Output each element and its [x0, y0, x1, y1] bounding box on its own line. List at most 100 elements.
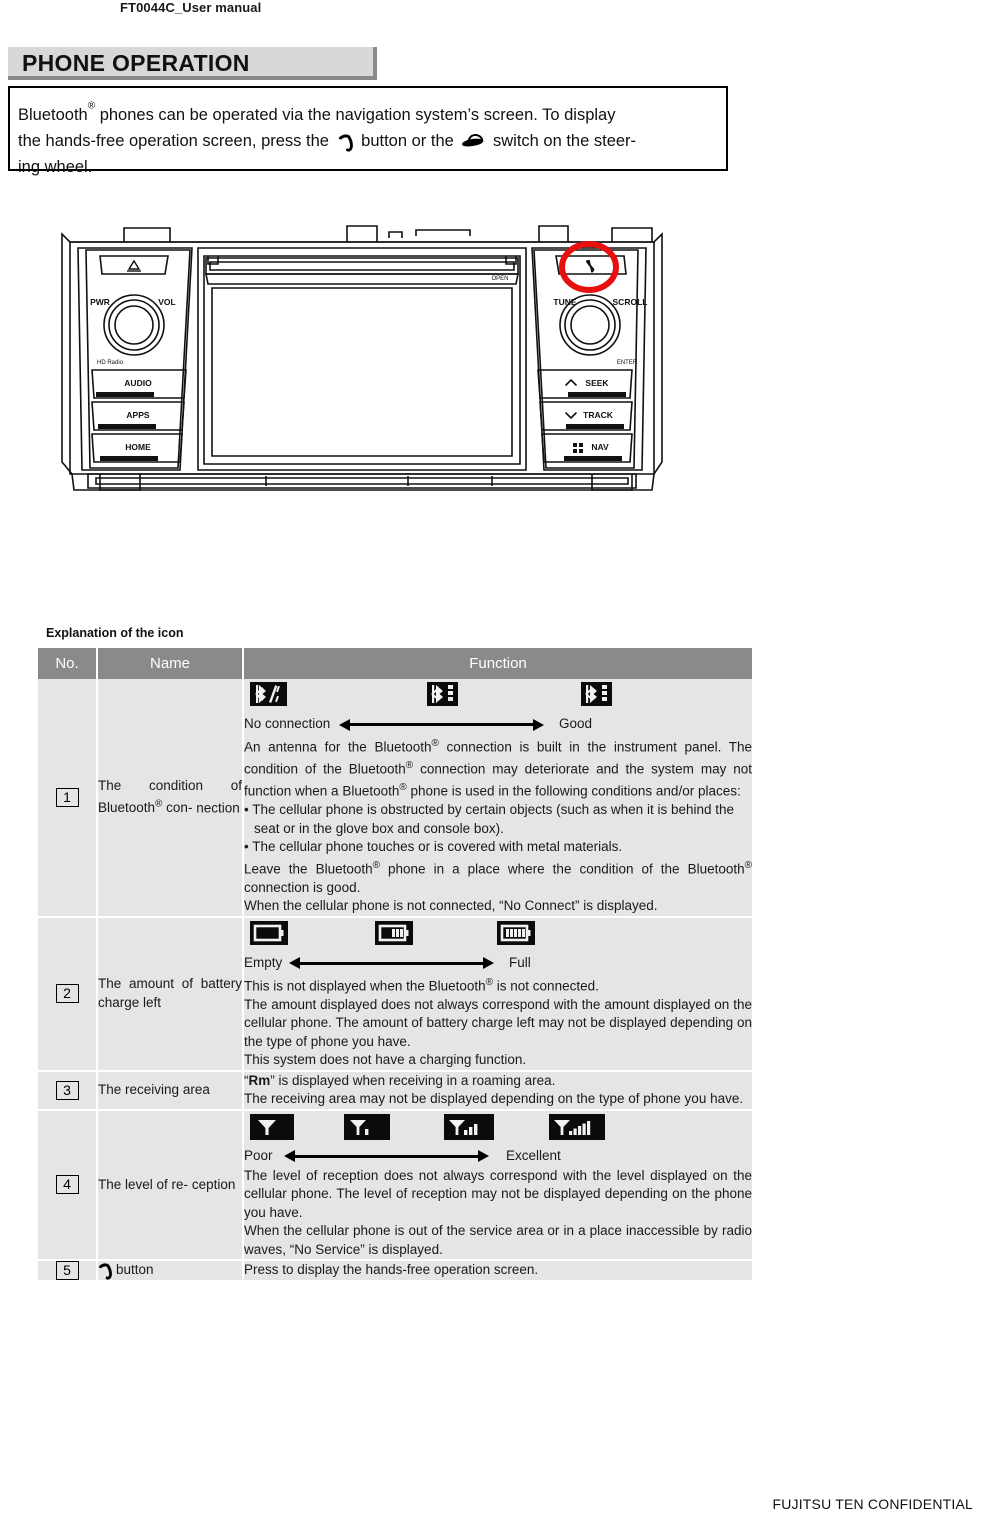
intro-line-1: Bluetooth® phones can be operated via th… — [18, 94, 718, 128]
battery-empty-icon — [250, 920, 288, 951]
double-arrow-icon — [284, 1150, 489, 1162]
row-name-text-2: Bluetooth® con- — [98, 798, 193, 816]
table-header-row: No. Name Function — [38, 648, 752, 679]
device-label-apps: APPS — [126, 410, 149, 420]
row-name-cell: button — [97, 1260, 244, 1280]
row-name-text-3: nection — [196, 800, 240, 815]
device-label-nav: NAV — [591, 442, 609, 452]
row-paragraph: Leave the Bluetooth® phone in a place wh… — [244, 859, 752, 895]
row-number-badge: 4 — [55, 1175, 79, 1195]
row-paragraph: The amount displayed does not always cor… — [244, 996, 752, 1049]
scale-label-right: Excellent — [506, 1147, 561, 1163]
row-number-badge: 1 — [55, 787, 79, 807]
row-bullet: • The cellular phone touches or is cover… — [244, 839, 623, 854]
row-name-text-2: area — [182, 1081, 210, 1097]
intro-line-2-c: switch on the steer- — [492, 131, 637, 150]
device-label-vol: VOL — [158, 297, 175, 307]
double-arrow-icon — [339, 718, 544, 731]
antenna-level3-icon — [444, 1113, 494, 1146]
row-bullet: • The cellular phone is obstructed by ce… — [244, 802, 735, 836]
icon-explanation-table: No. Name Function 1 The condition of Blu… — [38, 648, 752, 1280]
table-row: 5 button Press to display the hands-free… — [38, 1260, 752, 1280]
table-row: 4 The level of re- ception Poor Excellen… — [38, 1109, 752, 1261]
row-name-text-2: ception — [191, 1176, 236, 1192]
battery-half-icon — [375, 920, 413, 951]
bluetooth-good-icon — [581, 682, 612, 712]
row-paragraph: The receiving area may not be displayed … — [244, 1091, 744, 1106]
bluetooth-scale-row: No connection Good — [244, 714, 752, 734]
row-name-cell: The amount of battery charge left — [97, 916, 244, 1072]
row-name-text-1: The receiving — [98, 1081, 180, 1097]
handset-icon — [338, 133, 353, 148]
row-name-cell: The receiving area — [97, 1070, 244, 1111]
row-number-cell: 1 — [38, 679, 98, 918]
row-paragraph: When the cellular phone is not connected… — [244, 898, 658, 913]
row-number-badge: 2 — [55, 984, 79, 1003]
bluetooth-medium-icon — [427, 682, 458, 712]
intro-text-box: Bluetooth® phones can be operated via th… — [8, 86, 728, 176]
intro-bluetooth-word: Bluetooth — [18, 105, 88, 124]
scale-label-left: Empty — [244, 954, 283, 970]
device-label-hd-radio: HD Radio — [97, 360, 124, 366]
device-label-audio: AUDIO — [124, 378, 152, 388]
row-name-cell: The condition of Bluetooth® con- nection — [97, 679, 244, 918]
handset-icon — [98, 1262, 112, 1277]
explanation-label: Explanation of the icon — [46, 626, 184, 640]
scale-label-right: Good — [559, 716, 593, 731]
double-arrow-icon — [289, 957, 494, 969]
antenna-level0-icon — [250, 1113, 294, 1146]
column-header-name: Name — [97, 648, 244, 679]
device-label-track: TRACK — [583, 410, 614, 420]
device-label-enter: ENTER — [617, 360, 638, 366]
row-name-text-3: left — [143, 994, 162, 1010]
row-number-cell: 5 — [38, 1260, 98, 1280]
antenna-level5-icon — [549, 1113, 605, 1146]
device-label-pwr: PWR — [90, 297, 110, 307]
device-label-tune: TUNE — [553, 297, 576, 307]
row-name-text-1: The condition of — [98, 778, 242, 793]
row-paragraph: This system does not have a charging fun… — [244, 1052, 527, 1067]
row-function-cell: Press to display the hands-free operatio… — [243, 1260, 752, 1280]
column-header-function: Function — [243, 648, 752, 679]
section-title-bar: PHONE OPERATION — [8, 47, 383, 85]
battery-icon-strip — [244, 920, 752, 951]
column-header-no: No. — [38, 648, 98, 679]
row-number-cell: 2 — [38, 916, 98, 1072]
battery-full-icon — [497, 920, 535, 951]
device-label-open: OPEN — [491, 276, 508, 282]
table-row: 2 The amount of battery charge left Empt… — [38, 916, 752, 1072]
row-function-cell: Poor Excellent The level of reception do… — [243, 1109, 752, 1261]
section-title-text: PHONE OPERATION — [22, 50, 250, 76]
device-label-seek: SEEK — [585, 378, 609, 388]
bluetooth-icon-strip — [244, 682, 752, 712]
row-paragraph: When the cellular phone is out of the se… — [244, 1223, 752, 1257]
registered-mark: ® — [87, 101, 96, 112]
section-title-box: PHONE OPERATION — [8, 47, 377, 80]
row-paragraph: This is not displayed when the Bluetooth… — [244, 976, 599, 994]
row-paragraph: “Rm” is displayed when receiving in a ro… — [244, 1072, 556, 1088]
document-header: FT0044C_User manual — [120, 0, 262, 15]
scale-label-left: Poor — [244, 1147, 273, 1163]
antenna-icon-strip — [244, 1113, 752, 1146]
scale-label-left: No connection — [244, 716, 331, 731]
intro-line-1-rest: phones can be operated via the navigatio… — [95, 105, 616, 124]
intro-line-2-a: the hands-free operation screen, press t… — [18, 131, 329, 150]
row-function-cell: “Rm” is displayed when receiving in a ro… — [243, 1070, 752, 1111]
callout-circle — [559, 241, 619, 293]
row-number-cell: 3 — [38, 1070, 98, 1111]
scale-label-right: Full — [509, 954, 531, 970]
row-paragraph: An antenna for the Bluetooth® connection… — [244, 738, 753, 799]
intro-line-2: the hands-free operation screen, press t… — [18, 128, 718, 154]
bluetooth-no-connection-icon — [250, 682, 287, 712]
row-function-cell: No connection Good An antenna for the Bl… — [243, 679, 753, 918]
antenna-scale-row: Poor Excellent — [244, 1146, 752, 1166]
row-name-text-1: The level of re- — [98, 1176, 189, 1192]
telephone-switch-icon — [462, 134, 484, 148]
intro-line-2-b: button or the — [361, 131, 454, 150]
row-number-badge: 3 — [55, 1080, 79, 1100]
device-label-scroll: SCROLL — [613, 297, 648, 307]
table-row: 3 The receiving area “Rm” is displayed w… — [38, 1070, 752, 1111]
battery-scale-row: Empty Full — [244, 953, 752, 973]
row-name-text-1: The amount of — [98, 976, 193, 991]
confidential-footer: FUJITSU TEN CONFIDENTIAL — [772, 1496, 973, 1512]
